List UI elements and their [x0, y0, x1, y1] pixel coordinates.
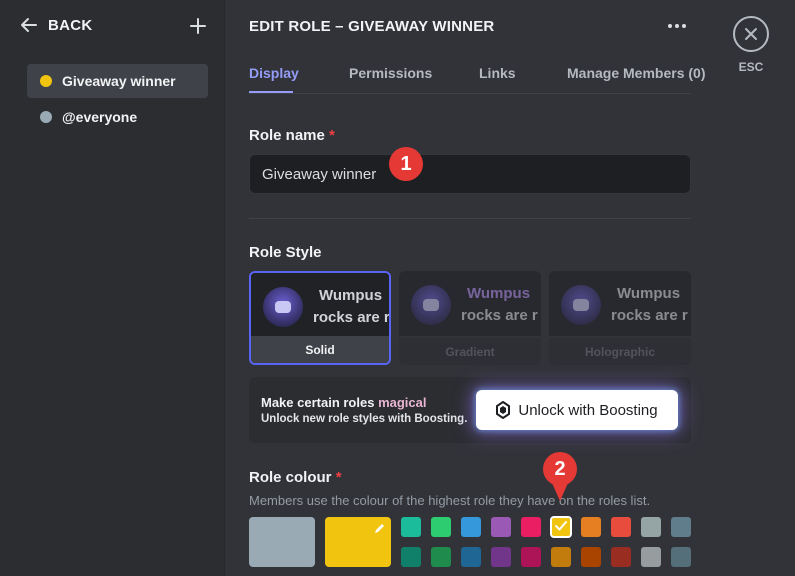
style-preview: Wumpus rocks are r — [549, 271, 691, 336]
style-preview: Wumpus rocks are r — [251, 273, 389, 338]
required-mark: * — [329, 127, 335, 144]
style-option-label: Solid — [251, 336, 389, 363]
boost-heading: Make certain roles magical — [261, 395, 427, 410]
colour-swatch[interactable] — [551, 547, 571, 567]
role-label: Giveaway winner — [62, 73, 176, 89]
colour-swatch[interactable] — [550, 516, 572, 538]
role-colour-label: Role colour * — [249, 469, 342, 486]
close-icon — [745, 28, 757, 40]
style-preview: Wumpus rocks are r — [399, 271, 541, 336]
style-option-holographic[interactable]: Wumpus rocks are r Holographic — [549, 271, 691, 365]
back-label: BACK — [48, 16, 93, 34]
role-name-label: Role name * — [249, 127, 335, 144]
wumpus-avatar — [561, 285, 601, 325]
arrow-left-icon — [21, 18, 37, 32]
tab-display[interactable]: Display — [249, 65, 299, 81]
preview-name: Wumpus — [617, 285, 681, 302]
add-role-icon[interactable] — [189, 17, 207, 35]
boost-button-label: Unlock with Boosting — [518, 401, 658, 419]
preview-name: Wumpus — [467, 285, 531, 302]
wumpus-avatar — [263, 287, 303, 327]
edit-role-panel: EDIT ROLE – GIVEAWAY WINNER Display Perm… — [249, 0, 705, 576]
preview-name: Wumpus — [319, 287, 383, 304]
role-style-label: Role Style — [249, 244, 322, 261]
divider — [249, 218, 691, 219]
pencil-icon — [375, 524, 384, 533]
default-colour-swatch[interactable] — [249, 517, 315, 567]
annotation-pointer — [552, 483, 568, 501]
check-icon — [555, 521, 567, 531]
colour-swatch[interactable] — [641, 547, 661, 567]
custom-colour-swatch[interactable] — [325, 517, 391, 567]
page-title: EDIT ROLE – GIVEAWAY WINNER — [249, 18, 495, 35]
colour-swatch[interactable] — [521, 517, 541, 537]
wumpus-avatar — [411, 285, 451, 325]
required-mark: * — [335, 469, 342, 486]
tab-manage-members[interactable]: Manage Members (0) — [567, 65, 705, 81]
boost-gem-icon — [496, 401, 511, 419]
colour-swatch[interactable] — [491, 517, 511, 537]
close-button[interactable] — [733, 16, 769, 52]
boost-upsell-banner: Make certain roles magical Unlock new ro… — [249, 377, 691, 443]
esc-label: ESC — [738, 60, 764, 74]
colour-swatch[interactable] — [581, 547, 601, 567]
annotation-badge-2: 2 — [543, 452, 577, 486]
preview-message: rocks are r — [461, 307, 538, 324]
active-tab-indicator — [249, 91, 293, 93]
colour-swatch[interactable] — [581, 517, 601, 537]
colour-swatch[interactable] — [401, 547, 421, 567]
tab-bar: Display Permissions Links Manage Members… — [249, 64, 705, 94]
sidebar-role-everyone[interactable]: @everyone — [27, 100, 208, 134]
colour-swatch[interactable] — [521, 547, 541, 567]
colour-swatch[interactable] — [641, 517, 661, 537]
colour-swatch[interactable] — [401, 517, 421, 537]
colour-swatch[interactable] — [671, 517, 691, 537]
role-label: @everyone — [62, 109, 138, 125]
role-colour-description: Members use the colour of the highest ro… — [249, 493, 651, 508]
boost-subtext: Unlock new role styles with Boosting. — [261, 413, 468, 425]
role-name-value: Giveaway winner — [262, 165, 377, 183]
tab-links[interactable]: Links — [479, 65, 516, 81]
more-options-icon[interactable] — [668, 24, 686, 28]
colour-swatch[interactable] — [611, 547, 631, 567]
sidebar-role-giveaway-winner[interactable]: Giveaway winner — [27, 64, 208, 98]
tab-permissions[interactable]: Permissions — [349, 65, 432, 81]
colour-swatch[interactable] — [671, 547, 691, 567]
role-color-dot — [40, 75, 52, 87]
colour-swatch[interactable] — [491, 547, 511, 567]
preview-message: rocks are r — [313, 309, 390, 326]
sidebar: BACK Giveaway winner @everyone — [0, 0, 225, 576]
style-option-gradient[interactable]: Wumpus rocks are r Gradient — [399, 271, 541, 365]
style-option-label: Holographic — [549, 338, 691, 365]
style-option-solid[interactable]: Wumpus rocks are r Solid — [249, 271, 391, 365]
preview-message: rocks are r — [611, 307, 688, 324]
colour-swatch[interactable] — [431, 517, 451, 537]
role-color-dot — [40, 111, 52, 123]
style-option-label: Gradient — [399, 338, 541, 365]
back-button[interactable]: BACK — [20, 16, 93, 34]
colour-swatch[interactable] — [611, 517, 631, 537]
annotation-badge-1: 1 — [389, 147, 423, 181]
colour-swatch[interactable] — [461, 517, 481, 537]
role-name-input[interactable]: Giveaway winner — [249, 154, 691, 194]
colour-swatch[interactable] — [461, 547, 481, 567]
unlock-with-boosting-button[interactable]: Unlock with Boosting — [476, 390, 678, 430]
colour-swatch[interactable] — [431, 547, 451, 567]
